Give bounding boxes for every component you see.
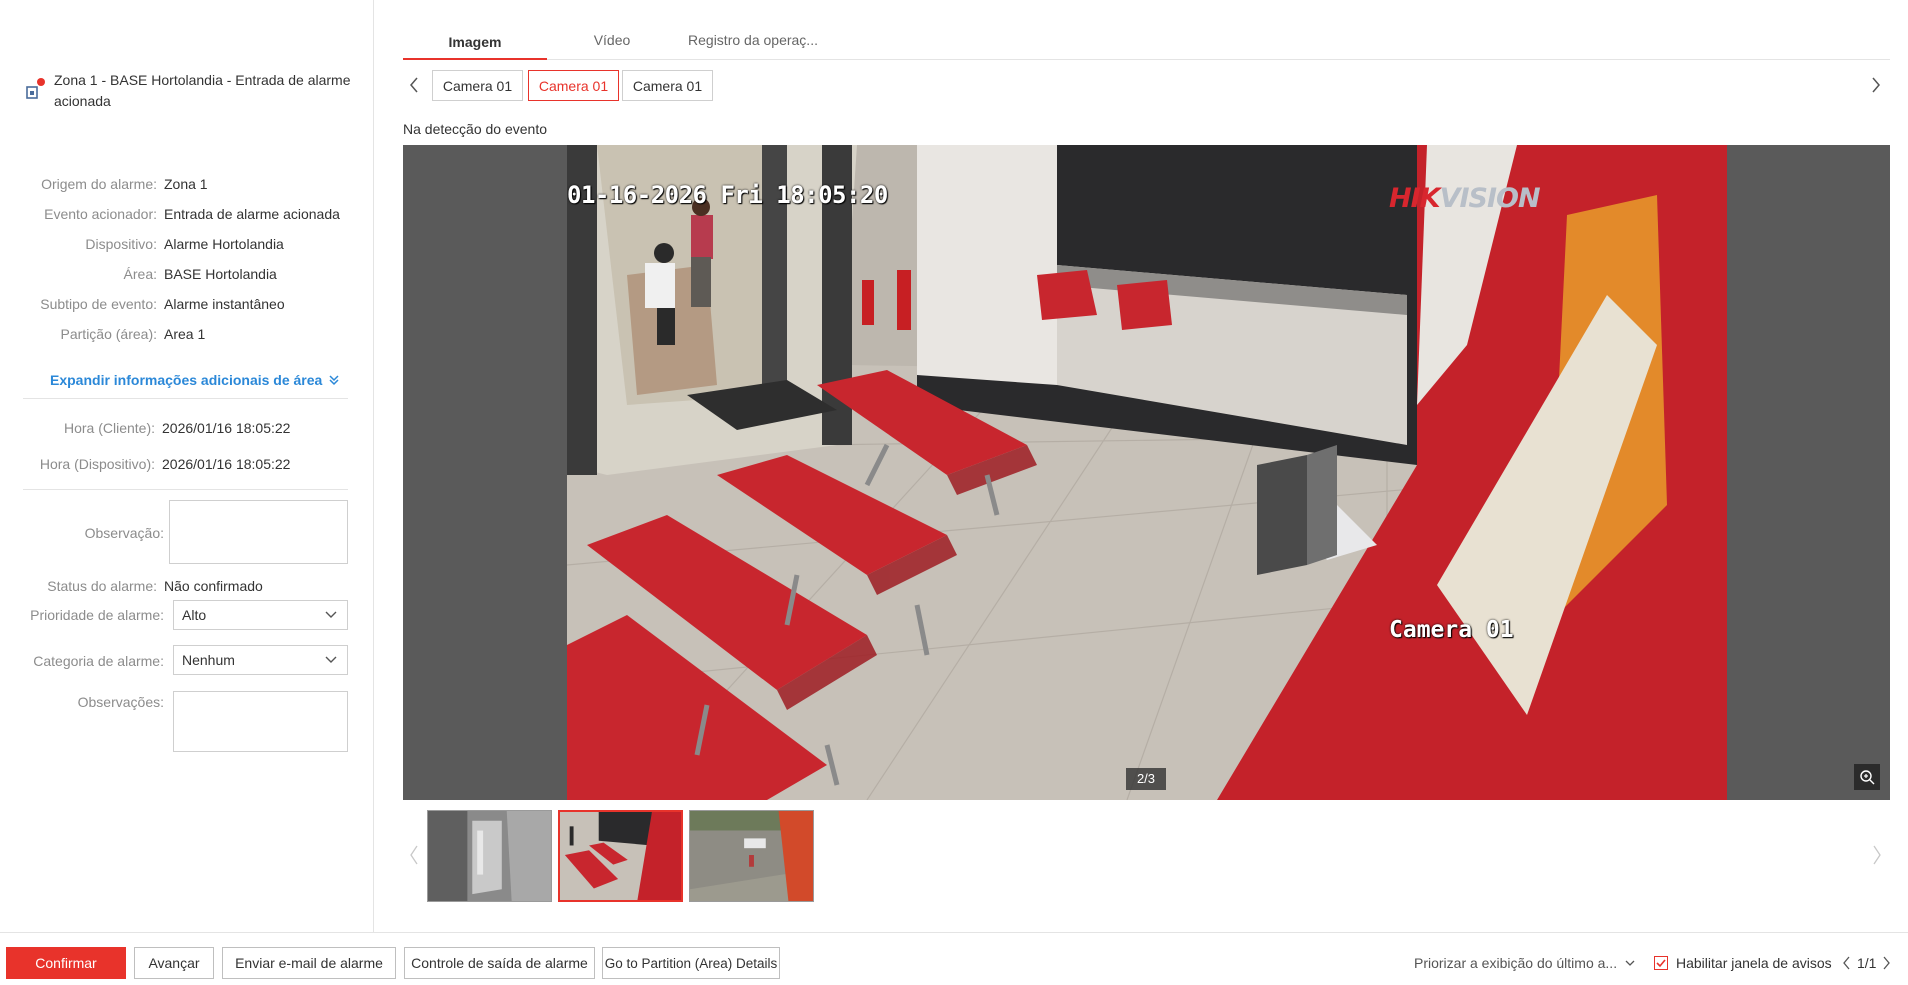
chevron-left-icon (410, 845, 418, 865)
info-value: Zona 1 (164, 176, 208, 192)
osd-timestamp: 01-16-2026 Fri 18:05:20 (567, 181, 888, 209)
camera-button-1[interactable]: Camera 01 (432, 70, 523, 101)
media-tabs: Imagem Vídeo Registro da operaç... (403, 24, 1890, 60)
chevron-left-icon[interactable] (1843, 956, 1851, 970)
thumbnail-2[interactable] (558, 810, 683, 902)
alarm-title: Zona 1 - BASE Hortolandia - Entrada de a… (54, 72, 351, 109)
info-value: Entrada de alarme acionada (164, 206, 340, 222)
chevron-down-icon (1625, 960, 1635, 966)
thumbnail-image (690, 811, 813, 901)
chevron-right-icon (1872, 77, 1880, 93)
enable-popup-label: Habilitar janela de avisos (1676, 955, 1832, 971)
observacoes-label: Observações: (77, 694, 164, 710)
camera-prev-arrow[interactable] (408, 76, 420, 97)
status-label: Status do alarme: (47, 578, 157, 594)
info-value: Alarme Hortolandia (164, 236, 284, 252)
prioridade-value: Alto (182, 607, 207, 623)
info-value: Area 1 (164, 326, 206, 342)
zoom-in-button[interactable] (1854, 764, 1880, 790)
info-row-subtipo: Subtipo de evento: Alarme instantâneo (0, 295, 285, 313)
info-row-area: Área: BASE Hortolandia (0, 265, 277, 283)
info-row-origem: Origem do alarme: Zona 1 (0, 175, 208, 193)
camera-brand-logo: HIKVISION (1389, 183, 1541, 214)
categoria-label: Categoria de alarme: (33, 653, 164, 669)
info-label: Evento acionador: (44, 206, 157, 222)
info-row-dispositivo: Dispositivo: Alarme Hortolandia (0, 235, 284, 253)
info-label: Dispositivo: (85, 236, 157, 252)
send-email-button[interactable]: Enviar e-mail de alarme (222, 947, 396, 979)
brand-part-2: VISION (1439, 183, 1541, 214)
zoom-in-icon (1860, 770, 1875, 785)
camera-button-3[interactable]: Camera 01 (622, 70, 713, 101)
observacao-field[interactable] (169, 500, 348, 564)
alarm-status-dot (37, 78, 45, 86)
prioritize-display-select[interactable]: Priorizar a exibição do último a... (1414, 955, 1635, 971)
tab-registro[interactable]: Registro da operaç... (677, 24, 829, 60)
chevron-right-icon[interactable] (1882, 956, 1891, 970)
checkbox-checked[interactable] (1654, 956, 1668, 970)
prioritize-label: Priorizar a exibição do último a... (1414, 955, 1618, 971)
action-footer: Confirmar Avançar Enviar e-mail de alarm… (0, 932, 1908, 985)
observacoes-field[interactable] (173, 691, 348, 752)
thumbnail-image (428, 811, 551, 901)
categoria-select[interactable]: Nenhum (173, 645, 348, 675)
divider (23, 489, 348, 490)
thumbnail-1[interactable] (427, 810, 552, 902)
info-label: Origem do alarme: (41, 176, 157, 192)
info-label: Hora (Dispositivo): (39, 456, 155, 472)
expand-area-info-link[interactable]: Expandir informações adicionais de área (50, 372, 340, 388)
confirm-button[interactable]: Confirmar (6, 947, 126, 979)
info-label: Hora (Cliente): (63, 420, 155, 436)
alarm-input-icon (24, 78, 45, 99)
tab-video[interactable]: Vídeo (547, 24, 677, 60)
snapshot-image (567, 145, 1727, 800)
info-value: 2026/01/16 18:05:22 (162, 456, 291, 472)
camera-button-2[interactable]: Camera 01 (528, 70, 619, 101)
tab-imagem[interactable]: Imagem (403, 24, 547, 60)
advance-button[interactable]: Avançar (134, 947, 214, 979)
status-value: Não confirmado (164, 578, 263, 594)
alarm-header: Zona 1 - BASE Hortolandia - Entrada de a… (24, 70, 354, 112)
info-value: 2026/01/16 18:05:22 (162, 420, 291, 436)
thumbnail-next-arrow[interactable] (1872, 844, 1882, 869)
thumbnail-prev-arrow[interactable] (409, 844, 419, 869)
info-row-evento: Evento acionador: Entrada de alarme acio… (0, 205, 340, 223)
camera-snapshot: 01-16-2026 Fri 18:05:20 HIKVISION Camera… (567, 145, 1727, 800)
info-value: BASE Hortolandia (164, 266, 277, 282)
detection-label: Na detecção do evento (403, 121, 547, 137)
camera-next-arrow[interactable] (1870, 76, 1882, 97)
expand-label: Expandir informações adicionais de área (50, 372, 323, 388)
chevron-down-icon (325, 611, 337, 618)
info-row-hora-dispositivo: Hora (Dispositivo): 2026/01/16 18:05:22 (0, 455, 291, 473)
image-viewer[interactable]: 01-16-2026 Fri 18:05:20 HIKVISION Camera… (403, 145, 1890, 800)
chevron-right-icon (1873, 845, 1881, 865)
info-label: Área: (123, 266, 157, 282)
divider (23, 398, 348, 399)
double-chevron-down-icon (329, 375, 339, 386)
status-row: Status do alarme: Não confirmado (0, 577, 263, 595)
alarm-pager: 1/1 (1843, 955, 1891, 971)
prioridade-label: Prioridade de alarme: (30, 607, 164, 623)
categoria-value: Nenhum (182, 652, 235, 668)
partition-details-button[interactable]: Go to Partition (Area) Details (602, 947, 780, 979)
info-label: Subtipo de evento: (40, 296, 157, 312)
enable-popup-toggle[interactable]: Habilitar janela de avisos (1654, 955, 1832, 971)
osd-camera-name: Camera 01 (1389, 617, 1514, 643)
chevron-left-icon (410, 77, 418, 93)
thumbnail-3[interactable] (689, 810, 814, 902)
observacao-label: Observação: (84, 525, 164, 541)
info-row-particao: Partição (área): Area 1 (0, 325, 206, 343)
info-label: Partição (área): (60, 326, 157, 342)
alarm-detail-panel: Zona 1 - BASE Hortolandia - Entrada de a… (0, 0, 374, 932)
image-page-indicator: 2/3 (1126, 768, 1166, 790)
checkmark-icon (1656, 959, 1666, 968)
pager-value: 1/1 (1857, 955, 1877, 971)
alarm-output-control-button[interactable]: Controle de saída de alarme (404, 947, 595, 979)
thumbnail-image (560, 812, 681, 900)
brand-part-1: HIK (1389, 183, 1441, 214)
info-row-hora-cliente: Hora (Cliente): 2026/01/16 18:05:22 (0, 419, 291, 437)
info-value: Alarme instantâneo (164, 296, 285, 312)
chevron-down-icon (325, 656, 337, 663)
prioridade-select[interactable]: Alto (173, 600, 348, 630)
